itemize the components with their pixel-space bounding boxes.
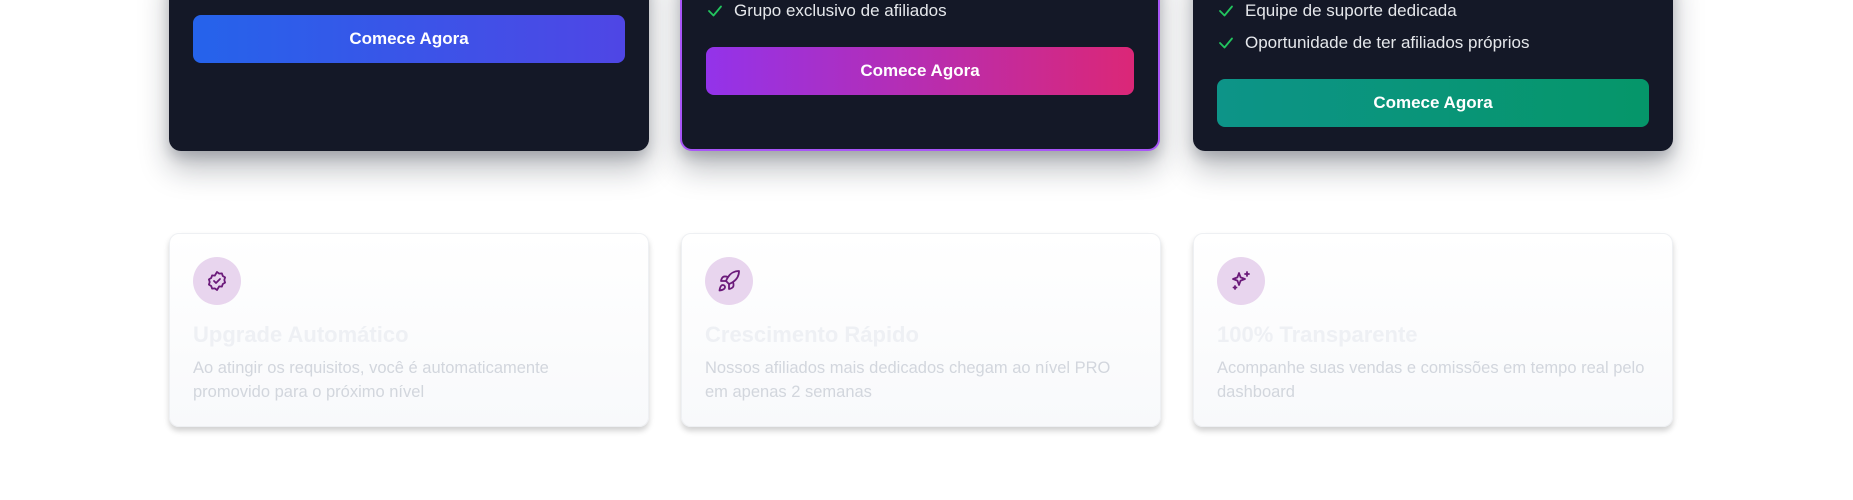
check-icon xyxy=(1219,37,1233,49)
plan-card-basic: Comece Agora xyxy=(169,0,649,151)
benefit-icon-rocket xyxy=(705,257,753,305)
benefit-title: Upgrade Automático xyxy=(193,322,409,347)
benefit-card-transparency: 100% Transparente Acompanhe suas vendas … xyxy=(1193,233,1673,427)
benefit-card-fast-growth: Crescimento Rápido Nossos afiliados mais… xyxy=(681,233,1161,427)
benefit-card-auto-upgrade: Upgrade Automático Ao atingir os requisi… xyxy=(169,233,649,427)
benefit-description: Nossos afiliados mais dedicados chegam a… xyxy=(705,359,1111,401)
feature-list: Equipe de suporte dedicada Oportunidade … xyxy=(1217,0,1649,59)
plan-card-featured: Grupo exclusivo de afiliados Comece Agor… xyxy=(680,0,1160,151)
plan-card-premium: Equipe de suporte dedicada Oportunidade … xyxy=(1193,0,1673,151)
feature-label: Equipe de suporte dedicada xyxy=(1245,1,1457,20)
start-now-button-basic[interactable]: Comece Agora xyxy=(193,15,625,63)
benefit-icon-badge xyxy=(193,257,241,305)
rocket-icon xyxy=(718,270,740,292)
feature-item: Equipe de suporte dedicada xyxy=(1217,0,1649,27)
feature-list: Grupo exclusivo de afiliados xyxy=(706,0,1134,27)
benefit-description: Acompanhe suas vendas e comissões em tem… xyxy=(1217,359,1645,401)
start-now-button-premium[interactable]: Comece Agora xyxy=(1217,79,1649,127)
feature-item: Grupo exclusivo de afiliados xyxy=(706,0,1134,27)
check-icon xyxy=(708,5,722,17)
check-icon xyxy=(1219,5,1233,17)
start-now-button-featured[interactable]: Comece Agora xyxy=(706,47,1134,95)
benefit-icon-sparkles xyxy=(1217,257,1265,305)
badge-check-icon xyxy=(208,271,226,291)
feature-item: Oportunidade de ter afiliados próprios xyxy=(1217,27,1649,59)
feature-label: Grupo exclusivo de afiliados xyxy=(734,1,947,20)
page: Comece Agora Grupo exclusivo de afiliado… xyxy=(0,0,1853,500)
sparkles-icon xyxy=(1232,271,1250,290)
benefit-title: Crescimento Rápido xyxy=(705,322,919,347)
feature-label: Oportunidade de ter afiliados próprios xyxy=(1245,33,1530,52)
benefit-title: 100% Transparente xyxy=(1217,322,1418,347)
benefit-description: Ao atingir os requisitos, você é automat… xyxy=(193,359,549,401)
